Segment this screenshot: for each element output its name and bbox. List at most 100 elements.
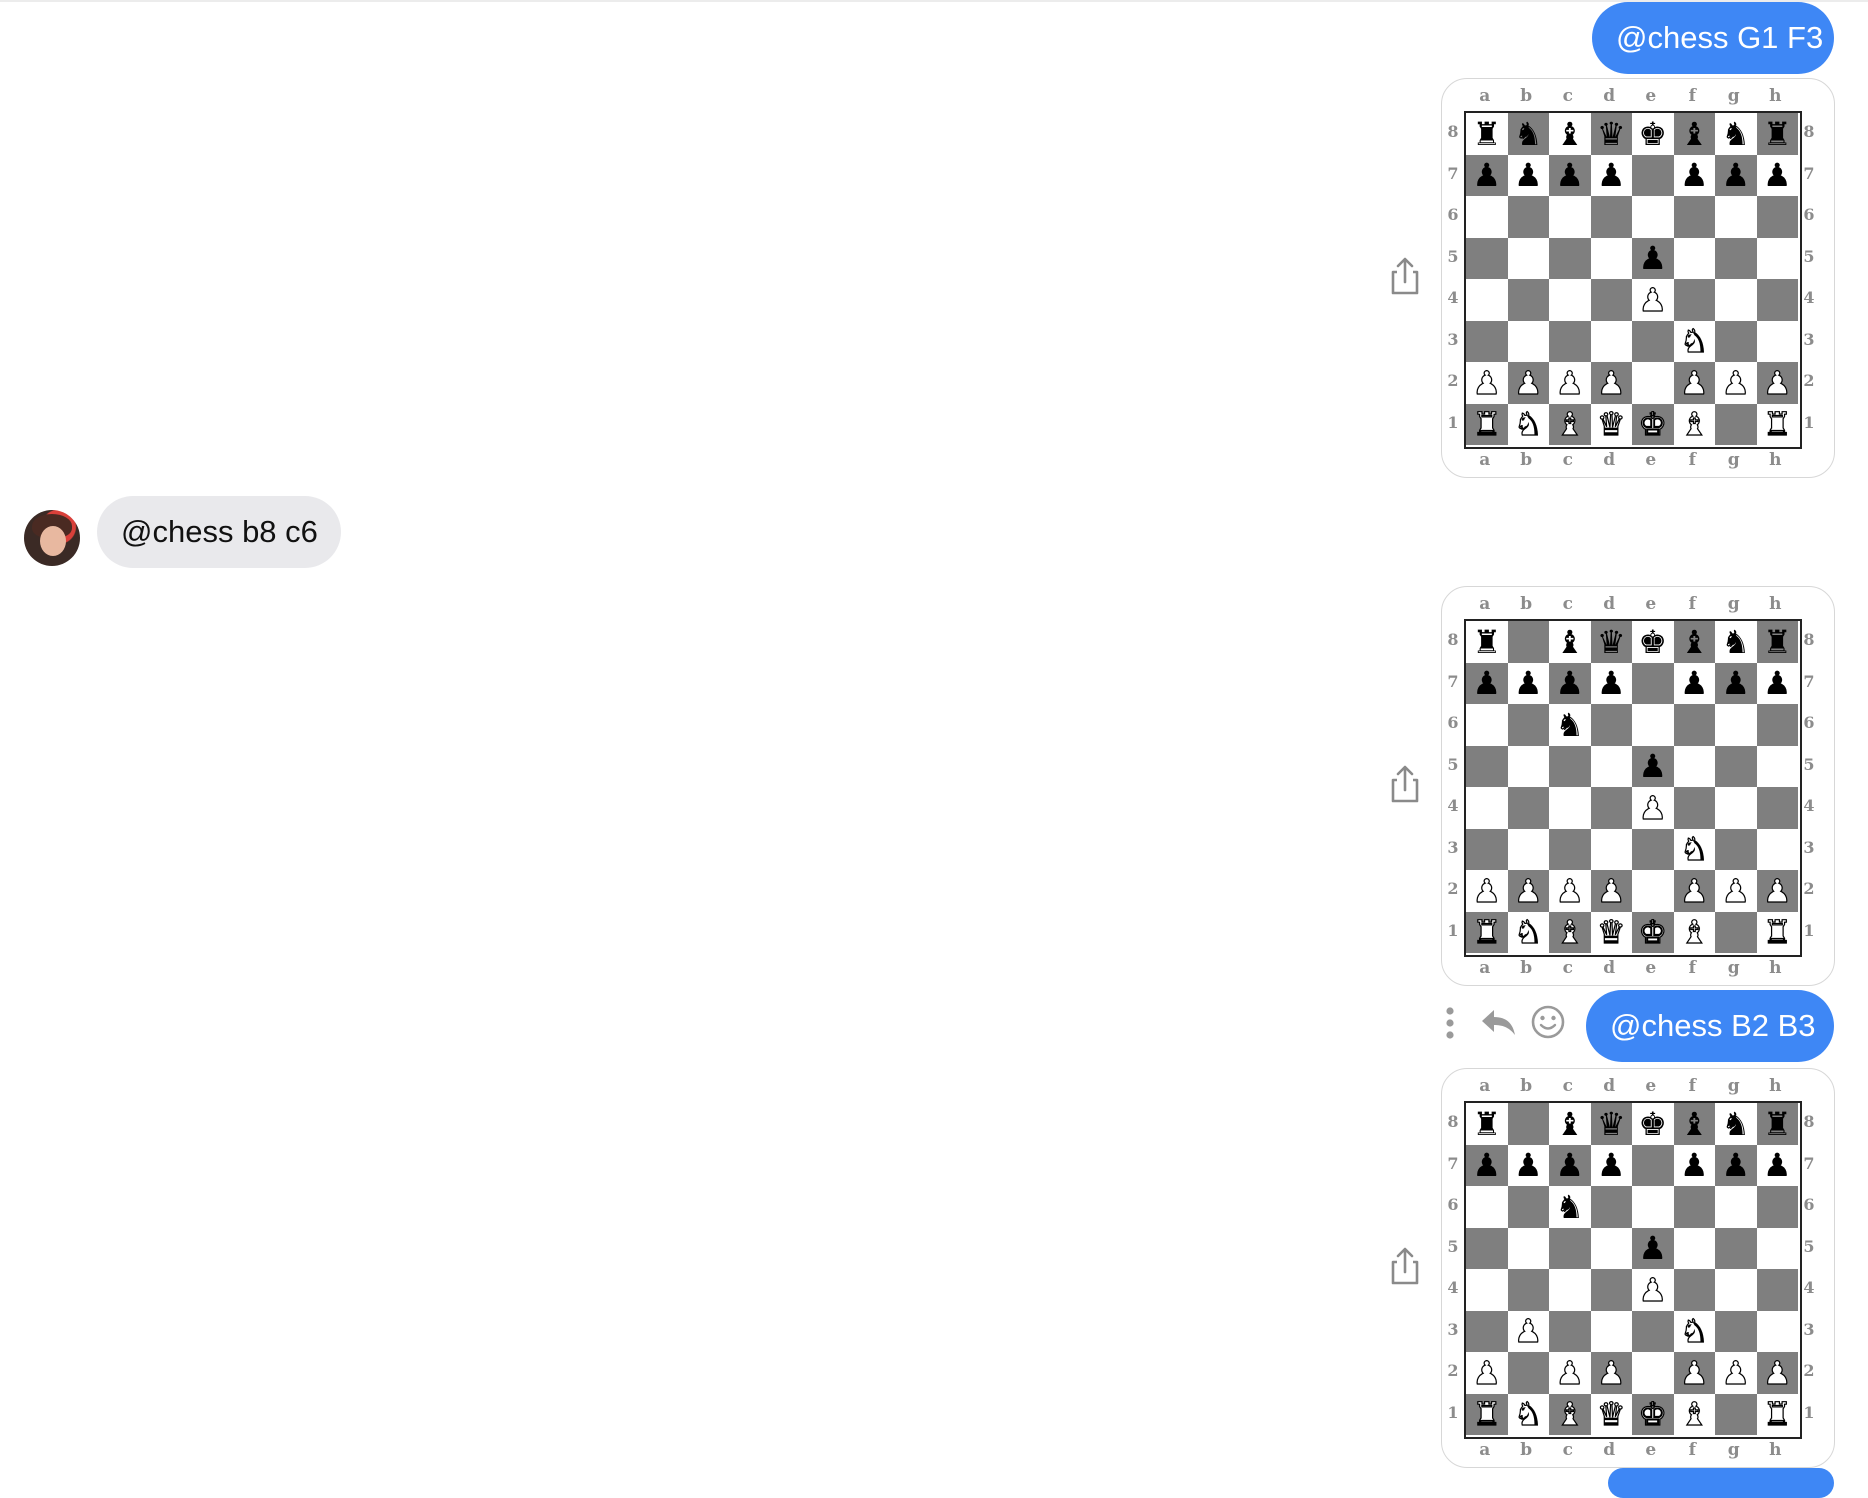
board-square-b5 <box>1507 1227 1549 1269</box>
board-square-e1: ♚ <box>1632 1393 1674 1435</box>
board-square-d5 <box>1590 1227 1632 1269</box>
white-pawn-icon: ♟ <box>1762 1353 1792 1392</box>
board-square-d1: ♛ <box>1590 403 1632 445</box>
board-square-d7: ♟ <box>1590 1144 1632 1186</box>
file-label: a <box>1479 86 1491 106</box>
board-square-f1: ♝ <box>1673 1393 1715 1435</box>
file-label: h <box>1769 1076 1782 1096</box>
white-queen-icon: ♛ <box>1596 1395 1626 1434</box>
white-pawn-icon: ♟ <box>1472 1353 1502 1392</box>
rank-label: 4 <box>1447 1278 1459 1297</box>
board-square-g1 <box>1715 911 1757 953</box>
top-divider <box>0 0 1868 2</box>
black-pawn-icon: ♟ <box>1679 156 1709 195</box>
board-square-f6 <box>1673 196 1715 238</box>
white-knight-icon: ♞ <box>1513 405 1543 444</box>
board-square-g4 <box>1715 279 1757 321</box>
board-square-a2: ♟ <box>1466 870 1508 912</box>
board-square-d1: ♛ <box>1590 911 1632 953</box>
white-queen-icon: ♛ <box>1596 913 1626 952</box>
share-icon[interactable] <box>1388 764 1422 804</box>
board-square-e8: ♚ <box>1632 1103 1674 1145</box>
board-square-h4 <box>1756 279 1798 321</box>
black-pawn-icon: ♟ <box>1721 664 1751 703</box>
sent-message-bubble[interactable]: @chess B2 B3 <box>1586 990 1834 1062</box>
board-square-f4 <box>1673 787 1715 829</box>
white-knight-icon: ♞ <box>1513 1395 1543 1434</box>
white-pawn-icon: ♟ <box>1555 871 1585 910</box>
file-label: d <box>1603 958 1616 978</box>
reply-icon[interactable] <box>1480 1008 1518 1038</box>
board-square-b3 <box>1507 828 1549 870</box>
file-label: b <box>1520 958 1533 978</box>
rank-label: 8 <box>1447 630 1459 649</box>
chess-grid: ♜ ♝ ♛ ♚ ♝ ♞ ♜ ♟ ♟ ♟ ♟ ♟ ♟ ♟ ♞ ♟ ♟ ♟ ♞ ♟ ♟ ♟ ♟ ♟ ♟ ♜ ♞ ♝ ♛ ♚ ♝ ♜ <box>1466 1103 1800 1435</box>
board-square-d7: ♟ <box>1590 662 1632 704</box>
white-pawn-icon: ♟ <box>1513 1312 1543 1351</box>
file-labels-top: a b c d e f g h <box>1464 85 1798 107</box>
board-square-c5 <box>1549 237 1591 279</box>
file-label: a <box>1479 594 1491 614</box>
black-rook-icon: ♜ <box>1472 622 1502 661</box>
board-square-f2: ♟ <box>1673 870 1715 912</box>
emoji-icon[interactable] <box>1530 1004 1566 1040</box>
next-message-bubble-partial[interactable] <box>1608 1468 1834 1498</box>
file-label: e <box>1645 1440 1657 1460</box>
received-message-bubble[interactable]: @chess b8 c6 <box>97 496 341 568</box>
file-label: g <box>1727 86 1740 106</box>
chess-board-card[interactable]: a b c d e f g h a b c d e f g h 8 7 6 5 4 3 2 1 8 7 6 5 4 3 2 1 ♜ ♞ ♝ ♛ ♚ ♝ ♞ ♜… <box>1441 78 1835 478</box>
black-knight-icon: ♞ <box>1721 622 1751 661</box>
file-label: f <box>1688 86 1696 106</box>
board-square-d4 <box>1590 1269 1632 1311</box>
black-pawn-icon: ♟ <box>1472 1146 1502 1185</box>
board-square-d7: ♟ <box>1590 154 1632 196</box>
board-square-h4 <box>1756 787 1798 829</box>
chess-grid: ♜ ♝ ♛ ♚ ♝ ♞ ♜ ♟ ♟ ♟ ♟ ♟ ♟ ♟ ♞ ♟ ♟ ♞ ♟ ♟ ♟ ♟ ♟ ♟ ♟ ♜ ♞ ♝ ♛ ♚ ♝ ♜ <box>1466 621 1800 953</box>
sent-message-bubble[interactable]: @chess G1 F3 <box>1592 2 1834 74</box>
board-square-f4 <box>1673 279 1715 321</box>
chess-board-card[interactable]: a b c d e f g h a b c d e f g h 8 7 6 5 4 3 2 1 8 7 6 5 4 3 2 1 ♜ ♝ ♛ ♚ ♝ ♞ ♜ ♟… <box>1441 1068 1835 1468</box>
avatar[interactable] <box>24 510 80 566</box>
board-square-d8: ♛ <box>1590 1103 1632 1145</box>
board-square-d8: ♛ <box>1590 113 1632 155</box>
share-icon[interactable] <box>1388 256 1422 296</box>
board-square-f8: ♝ <box>1673 621 1715 663</box>
white-pawn-icon: ♟ <box>1513 871 1543 910</box>
white-knight-icon: ♞ <box>1679 1312 1709 1351</box>
file-label: c <box>1562 594 1573 614</box>
board-square-c7: ♟ <box>1549 662 1591 704</box>
rank-labels-left: 8 7 6 5 4 3 2 1 <box>1442 1101 1464 1435</box>
board-square-c1: ♝ <box>1549 1393 1591 1435</box>
board-square-e1: ♚ <box>1632 403 1674 445</box>
black-pawn-icon: ♟ <box>1555 156 1585 195</box>
board-square-g4 <box>1715 787 1757 829</box>
chess-board-card[interactable]: a b c d e f g h a b c d e f g h 8 7 6 5 4 3 2 1 8 7 6 5 4 3 2 1 ♜ ♝ ♛ ♚ ♝ ♞ ♜ ♟… <box>1441 586 1835 986</box>
board-square-c7: ♟ <box>1549 154 1591 196</box>
black-pawn-icon: ♟ <box>1721 156 1751 195</box>
board-square-e8: ♚ <box>1632 621 1674 663</box>
board-square-a8: ♜ <box>1466 1103 1508 1145</box>
file-label: b <box>1520 1076 1533 1096</box>
board-square-h8: ♜ <box>1756 113 1798 155</box>
board-square-c3 <box>1549 828 1591 870</box>
black-pawn-icon: ♟ <box>1555 1146 1585 1185</box>
board-square-c5 <box>1549 1227 1591 1269</box>
board-square-g5 <box>1715 237 1757 279</box>
board-square-h7: ♟ <box>1756 662 1798 704</box>
white-pawn-icon: ♟ <box>1679 363 1709 402</box>
board-square-b2: ♟ <box>1507 870 1549 912</box>
file-labels-bottom: a b c d e f g h <box>1464 449 1798 471</box>
file-label: e <box>1645 1076 1657 1096</box>
chess-board: ♜ ♝ ♛ ♚ ♝ ♞ ♜ ♟ ♟ ♟ ♟ ♟ ♟ ♟ ♞ ♟ ♟ ♟ ♞ ♟ ♟ ♟ ♟ ♟ ♟ ♜ ♞ ♝ ♛ ♚ ♝ ♜ <box>1464 1101 1802 1439</box>
board-square-c6: ♞ <box>1549 704 1591 746</box>
black-pawn-icon: ♟ <box>1472 156 1502 195</box>
white-rook-icon: ♜ <box>1762 913 1792 952</box>
board-square-e6 <box>1632 704 1674 746</box>
board-square-g7: ♟ <box>1715 154 1757 196</box>
board-square-b7: ♟ <box>1507 154 1549 196</box>
file-label: e <box>1645 450 1657 470</box>
board-square-h7: ♟ <box>1756 154 1798 196</box>
more-vertical-icon[interactable] <box>1442 1006 1458 1040</box>
share-icon[interactable] <box>1388 1246 1422 1286</box>
black-king-icon: ♚ <box>1638 114 1668 153</box>
